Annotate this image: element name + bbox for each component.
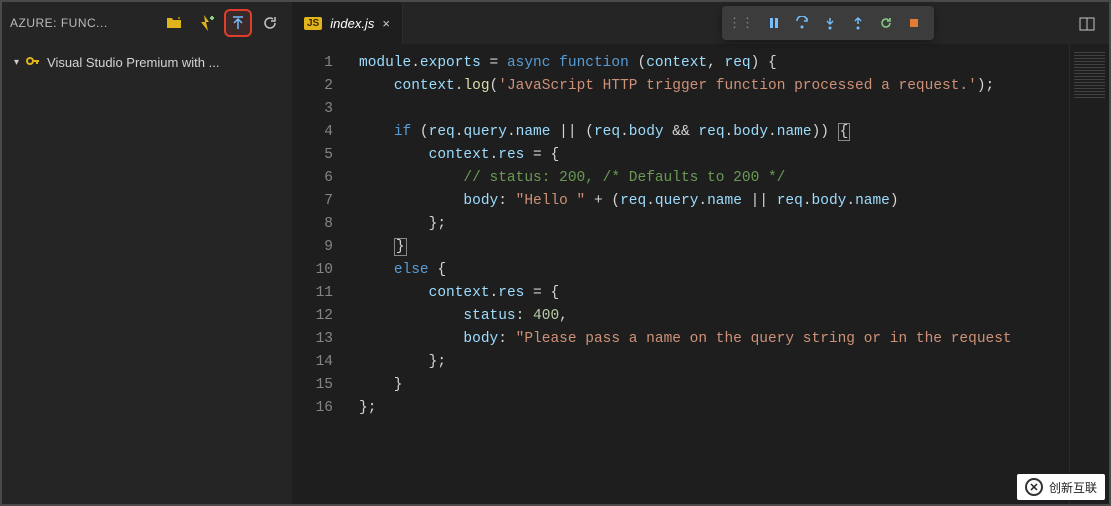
app-root: AZURE: FUNC... ▾	[0, 0, 1111, 506]
line-number: 4	[292, 121, 333, 144]
step-out-icon[interactable]	[844, 9, 872, 37]
line-number: 3	[292, 98, 333, 121]
key-icon	[25, 53, 41, 72]
deploy-icon[interactable]	[224, 9, 252, 37]
tab-bar: JS index.js ×	[292, 2, 1109, 44]
code-line: module.exports = async function (context…	[359, 52, 1069, 75]
code-line: }	[359, 236, 1069, 259]
line-number: 9	[292, 236, 333, 259]
create-project-icon[interactable]	[160, 9, 188, 37]
code-line: };	[359, 351, 1069, 374]
code-line: body: "Please pass a name on the query s…	[359, 328, 1069, 351]
line-number: 13	[292, 328, 333, 351]
code-line: // status: 200, /* Defaults to 200 */	[359, 167, 1069, 190]
sidebar-header: AZURE: FUNC...	[2, 2, 292, 44]
code-line: body: "Hello " + (req.query.name || req.…	[359, 190, 1069, 213]
minimap-thumb	[1074, 52, 1105, 98]
watermark-text: 创新互联	[1049, 479, 1097, 496]
restart-icon[interactable]	[872, 9, 900, 37]
code-line: context.res = {	[359, 282, 1069, 305]
line-number: 10	[292, 259, 333, 282]
create-function-icon[interactable]	[192, 9, 220, 37]
debug-toolbar[interactable]: ⋮⋮	[722, 6, 934, 40]
line-number: 16	[292, 397, 333, 420]
code-line	[359, 98, 1069, 121]
code-line: context.res = {	[359, 144, 1069, 167]
code-line: else {	[359, 259, 1069, 282]
sidebar-actions	[160, 9, 284, 37]
step-over-icon[interactable]	[788, 9, 816, 37]
split-editor-icon[interactable]	[1073, 10, 1101, 38]
chevron-down-icon: ▾	[14, 57, 19, 68]
refresh-icon[interactable]	[256, 9, 284, 37]
pause-icon[interactable]	[760, 9, 788, 37]
tab-filename: index.js	[330, 16, 374, 31]
step-into-icon[interactable]	[816, 9, 844, 37]
line-number: 8	[292, 213, 333, 236]
drag-handle-icon[interactable]: ⋮⋮	[728, 15, 754, 31]
line-number: 5	[292, 144, 333, 167]
line-number: 15	[292, 374, 333, 397]
code-line: };	[359, 213, 1069, 236]
code-line: context.log('JavaScript HTTP trigger fun…	[359, 75, 1069, 98]
minimap[interactable]	[1069, 44, 1109, 504]
editor-pane: JS index.js × ⋮⋮	[292, 2, 1109, 504]
line-number: 7	[292, 190, 333, 213]
stop-icon[interactable]	[900, 9, 928, 37]
line-number: 14	[292, 351, 333, 374]
watermark-logo-icon: ✕	[1025, 478, 1043, 496]
watermark: ✕ 创新互联	[1017, 474, 1105, 500]
line-number: 1	[292, 52, 333, 75]
line-number: 11	[292, 282, 333, 305]
line-number: 2	[292, 75, 333, 98]
code-content[interactable]: module.exports = async function (context…	[347, 44, 1069, 504]
code-line: status: 400,	[359, 305, 1069, 328]
code-line: };	[359, 397, 1069, 420]
js-file-icon: JS	[304, 17, 322, 30]
line-number: 6	[292, 167, 333, 190]
tab-index-js[interactable]: JS index.js ×	[292, 2, 403, 44]
sidebar-title: AZURE: FUNC...	[10, 16, 152, 30]
azure-sidebar: AZURE: FUNC... ▾	[2, 2, 292, 504]
sidebar-tree: ▾ Visual Studio Premium with ...	[2, 44, 292, 81]
subscription-row[interactable]: ▾ Visual Studio Premium with ...	[6, 50, 288, 75]
code-area[interactable]: 12345678910111213141516 module.exports =…	[292, 44, 1109, 504]
subscription-label: Visual Studio Premium with ...	[47, 55, 219, 70]
code-line: if (req.query.name || (req.body && req.b…	[359, 121, 1069, 144]
code-line: }	[359, 374, 1069, 397]
line-gutter: 12345678910111213141516	[292, 44, 347, 504]
close-icon[interactable]: ×	[382, 16, 390, 31]
line-number: 12	[292, 305, 333, 328]
